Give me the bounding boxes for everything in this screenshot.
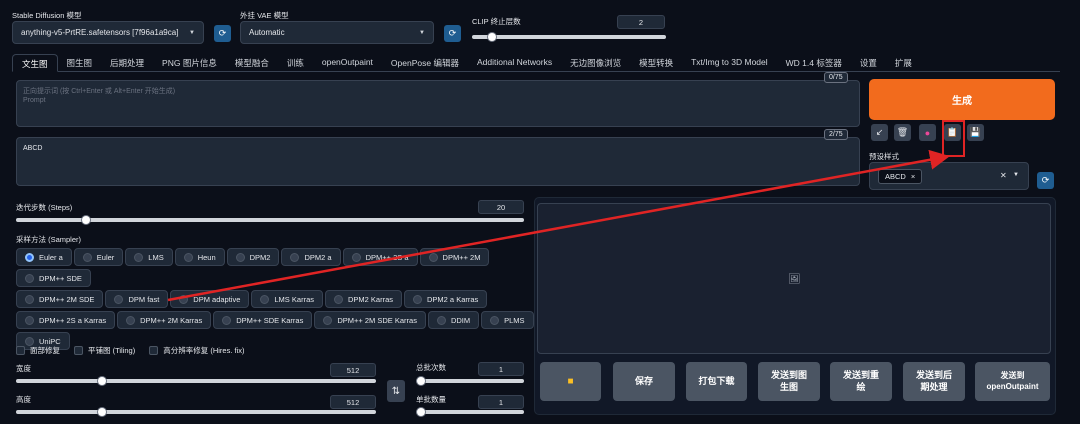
- arrow-line: [167, 149, 950, 302]
- annotation-arrow: [167, 149, 950, 302]
